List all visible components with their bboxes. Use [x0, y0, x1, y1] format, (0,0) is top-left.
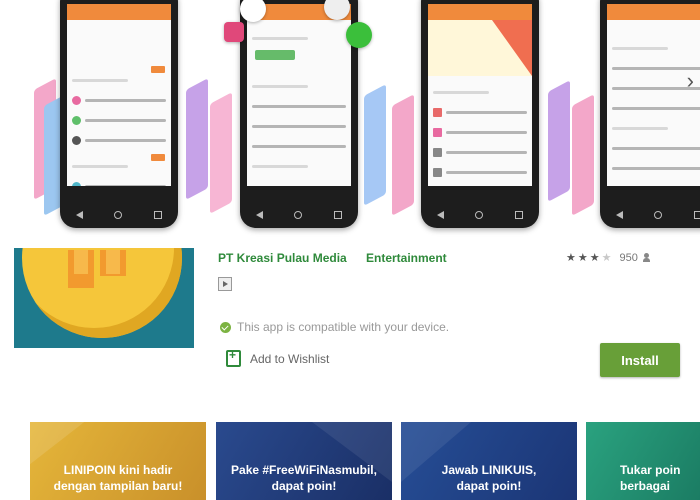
wishlist-label: Add to Wishlist	[250, 351, 330, 366]
check-circle-icon	[220, 321, 231, 333]
decor-stripe	[392, 94, 414, 216]
app-icon	[14, 248, 194, 348]
app-badge-icon	[224, 22, 244, 42]
banner-text: Tukar poin berbagai	[620, 462, 700, 494]
screenshot-2[interactable]	[240, 0, 358, 228]
user-icon	[642, 253, 650, 262]
decor-stripe	[548, 80, 570, 202]
phone-screen	[428, 4, 532, 186]
phone-screen	[607, 4, 700, 186]
phone-nav-bar	[421, 202, 539, 228]
phone-nav-bar	[240, 202, 358, 228]
developer-link[interactable]: PT Kreasi Pulau Media	[218, 251, 347, 265]
banner-text: Pake #FreeWiFiNasmubil, dapat poin!	[216, 462, 392, 494]
rating-summary: ★ ★ ★ ★ 950	[566, 251, 650, 264]
phone-nav-bar	[60, 202, 178, 228]
screenshot-1[interactable]	[60, 0, 178, 228]
star-icon: ★	[589, 252, 600, 264]
star-icon: ★	[577, 252, 588, 264]
banner-line: dengan tampilan baru!	[53, 479, 183, 493]
star-empty-icon: ★	[601, 252, 612, 264]
decor-stripe	[210, 92, 232, 214]
app-bar	[607, 4, 700, 20]
screenshot-3[interactable]	[421, 0, 539, 228]
decor-stripe	[186, 78, 208, 200]
banner-text: LINIPOIN kini hadir dengan tampilan baru…	[30, 462, 206, 494]
banner-line: dapat poin!	[271, 479, 337, 493]
bookmark-add-icon	[226, 348, 241, 367]
star-icon: ★	[566, 252, 576, 264]
banner-card[interactable]: LINIPOIN kini hadir dengan tampilan baru…	[30, 422, 206, 500]
banner-line: Tukar poin	[620, 463, 681, 477]
compatibility-notice: This app is compatible with your device.	[220, 320, 449, 334]
rating-count: 950	[619, 251, 638, 264]
app-bar	[67, 4, 171, 20]
screenshot-carousel[interactable]: ›	[0, 0, 700, 245]
banner-line: dapat poin!	[456, 479, 522, 493]
content-rating-icon	[218, 277, 232, 291]
line-app-icon	[346, 22, 372, 48]
banner-line: LINIPOIN kini hadir	[63, 463, 173, 477]
banner-text: Jawab LINIKUIS, dapat poin!	[401, 462, 577, 494]
banner-card[interactable]: Pake #FreeWiFiNasmubil, dapat poin!	[216, 422, 392, 500]
banner-card[interactable]: Jawab LINIKUIS, dapat poin!	[401, 422, 577, 500]
phone-screen	[247, 4, 351, 186]
decor-stripe	[364, 84, 386, 206]
add-to-wishlist-button[interactable]: Add to Wishlist	[226, 348, 330, 367]
category-link[interactable]: Entertainment	[366, 251, 447, 265]
phone-screen	[67, 4, 171, 186]
screenshot-4[interactable]	[600, 0, 700, 228]
phone-nav-bar	[600, 202, 700, 228]
decor-stripe	[572, 94, 594, 216]
banner-line: Jawab LINIKUIS,	[441, 463, 537, 477]
install-button[interactable]: Install	[600, 343, 680, 377]
banner-line: Pake #FreeWiFiNasmubil,	[231, 463, 377, 477]
chevron-right-icon[interactable]: ›	[687, 68, 694, 94]
banner-card[interactable]: Tukar poin berbagai	[586, 422, 700, 500]
compatibility-text: This app is compatible with your device.	[237, 320, 450, 334]
banner-line: berbagai	[620, 479, 671, 493]
app-bar	[428, 4, 532, 20]
